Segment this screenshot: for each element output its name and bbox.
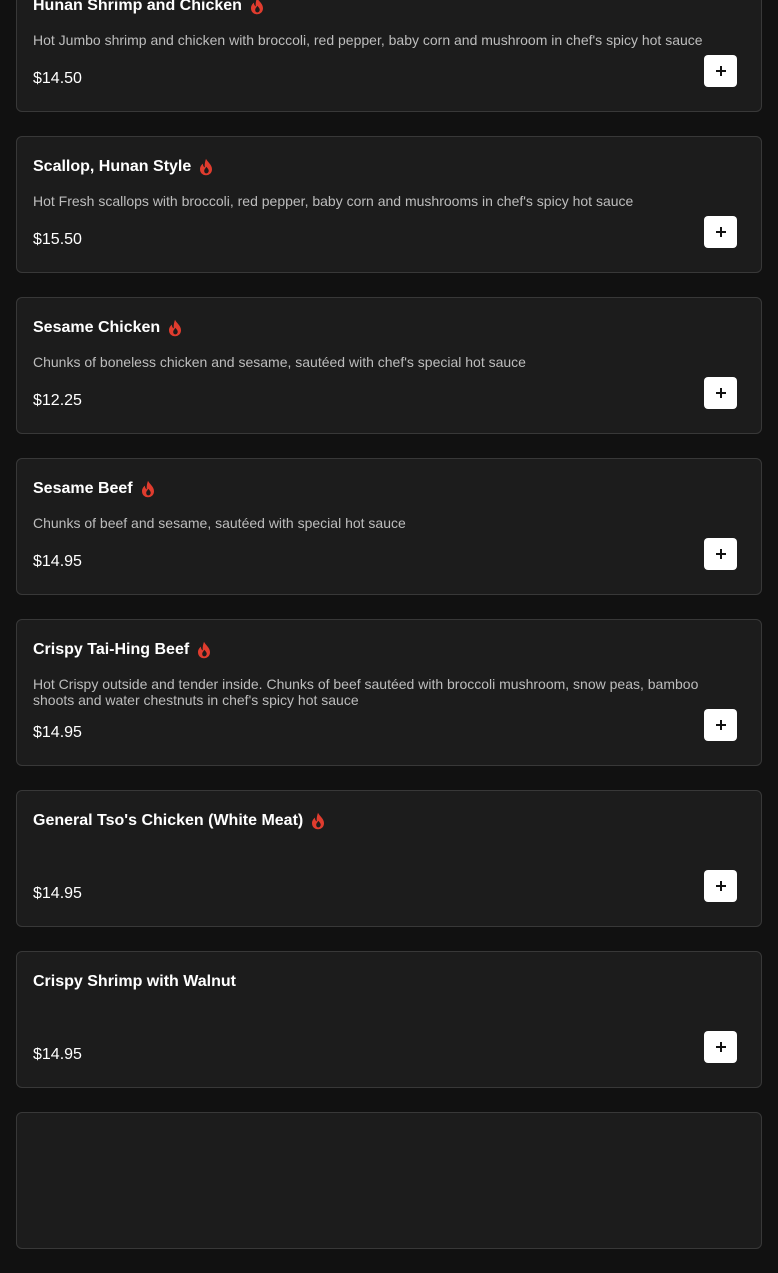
flame-icon xyxy=(141,480,155,498)
plus-icon xyxy=(715,388,726,398)
add-to-cart-button[interactable] xyxy=(704,709,737,741)
plus-icon xyxy=(715,227,726,237)
menu-item-description: Hot Crispy outside and tender inside. Ch… xyxy=(33,676,699,708)
menu-item-description: Chunks of boneless chicken and sesame, s… xyxy=(33,354,526,370)
menu-item-title: General Tso's Chicken (White Meat) xyxy=(33,812,304,829)
menu-item-price: $14.95 xyxy=(33,885,82,902)
menu-item-price: $14.95 xyxy=(33,1046,82,1063)
menu-item-description: Hot Jumbo shrimp and chicken with brocco… xyxy=(33,32,703,48)
flame-icon xyxy=(197,641,211,659)
menu-item-price: $14.50 xyxy=(33,70,82,87)
menu-item-card[interactable] xyxy=(16,1112,762,1249)
menu-item-card[interactable]: Crispy Shrimp with Walnut $14.95 xyxy=(16,951,762,1088)
menu-item-card[interactable]: Scallop, Hunan Style Hot Fresh scallops … xyxy=(16,136,762,273)
menu-item-price: $15.50 xyxy=(33,231,82,248)
menu-item-list: Hunan Shrimp and Chicken Hot Jumbo shrim… xyxy=(16,0,762,1273)
menu-item-description: Hot Fresh scallops with broccoli, red pe… xyxy=(33,193,634,209)
menu-item-price: $14.95 xyxy=(33,553,82,570)
menu-item-header: Sesame Chicken xyxy=(33,316,182,340)
menu-item-card[interactable]: Sesame Beef Chunks of beef and sesame, s… xyxy=(16,458,762,595)
add-to-cart-button[interactable] xyxy=(704,870,737,902)
menu-item-header: Sesame Beef xyxy=(33,477,155,501)
add-to-cart-button[interactable] xyxy=(704,55,737,87)
menu-item-header: General Tso's Chicken (White Meat) xyxy=(33,809,325,833)
plus-icon xyxy=(715,66,726,76)
plus-icon xyxy=(715,1042,726,1052)
flame-icon xyxy=(168,319,182,337)
menu-item-price: $14.95 xyxy=(33,724,82,741)
plus-icon xyxy=(715,549,726,559)
menu-item-card[interactable]: General Tso's Chicken (White Meat) $14.9… xyxy=(16,790,762,927)
menu-item-header: Hunan Shrimp and Chicken xyxy=(33,0,264,18)
add-to-cart-button[interactable] xyxy=(704,538,737,570)
menu-item-card[interactable]: Crispy Tai-Hing Beef Hot Crispy outside … xyxy=(16,619,762,766)
menu-item-header: Crispy Shrimp with Walnut xyxy=(33,970,236,994)
menu-item-title: Sesame Beef xyxy=(33,480,133,497)
menu-item-header: Crispy Tai-Hing Beef xyxy=(33,638,211,662)
add-to-cart-button[interactable] xyxy=(704,216,737,248)
menu-item-description: Chunks of beef and sesame, sautéed with … xyxy=(33,515,406,531)
menu-item-title: Crispy Shrimp with Walnut xyxy=(33,973,236,990)
plus-icon xyxy=(715,881,726,891)
add-to-cart-button[interactable] xyxy=(704,377,737,409)
menu-item-title: Scallop, Hunan Style xyxy=(33,158,192,175)
menu-item-header: Scallop, Hunan Style xyxy=(33,155,213,179)
menu-item-price: $12.25 xyxy=(33,392,82,409)
menu-item-title: Crispy Tai-Hing Beef xyxy=(33,641,190,658)
plus-icon xyxy=(715,720,726,730)
flame-icon xyxy=(311,812,325,830)
flame-icon xyxy=(199,158,213,176)
menu-item-card[interactable]: Hunan Shrimp and Chicken Hot Jumbo shrim… xyxy=(16,0,762,112)
flame-icon xyxy=(250,0,264,15)
menu-item-title: Sesame Chicken xyxy=(33,319,161,336)
add-to-cart-button[interactable] xyxy=(704,1031,737,1063)
menu-item-title: Hunan Shrimp and Chicken xyxy=(33,0,242,14)
menu-item-card[interactable]: Sesame Chicken Chunks of boneless chicke… xyxy=(16,297,762,434)
